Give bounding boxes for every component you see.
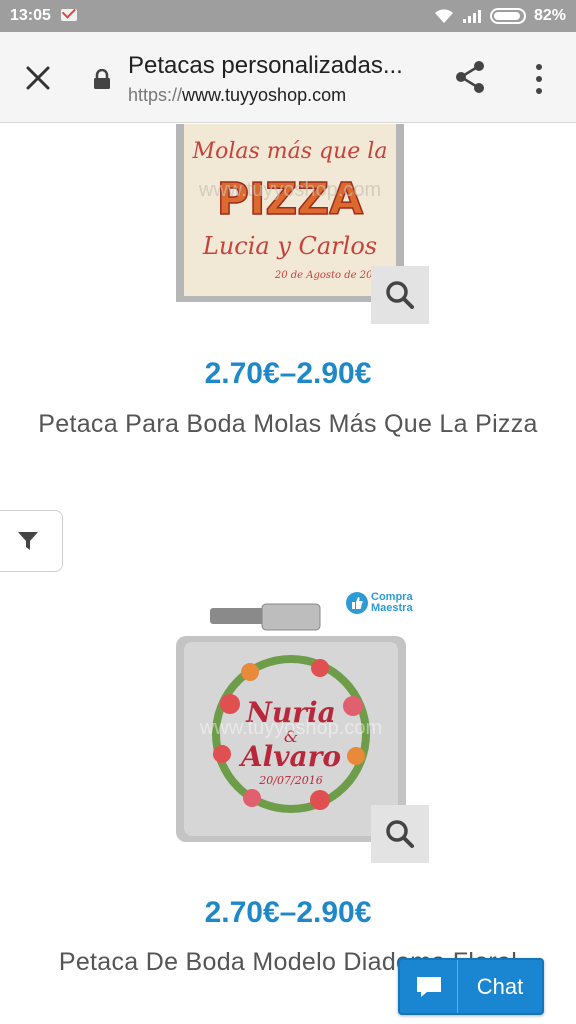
- close-icon: [26, 66, 50, 90]
- search-icon: [386, 281, 414, 309]
- pizza-watermark: www.tuyyoshop.com: [198, 179, 381, 201]
- zoom-button[interactable]: [371, 805, 429, 863]
- product-list: Molas más que la PIZZA www.tuyyoshop.com…: [0, 124, 576, 1024]
- floral-line4: 20/07/2016: [258, 774, 322, 787]
- share-icon: [456, 61, 484, 93]
- gmail-notification-icon: [61, 9, 77, 21]
- floral-watermark: www.tuyyoshop.com: [199, 717, 382, 739]
- share-button[interactable]: [452, 58, 490, 96]
- product-name[interactable]: Petaca Para Boda Molas Más Que La Pizza: [0, 410, 576, 439]
- pizza-line3: Lucia y Carlos: [202, 232, 377, 260]
- page-title: Petacas personalizadas...: [128, 52, 403, 79]
- search-icon: [386, 820, 414, 848]
- filter-icon: [17, 532, 38, 550]
- browser-toolbar: Petacas personalizadas... https://www.tu…: [0, 32, 576, 123]
- lock-icon: [93, 68, 111, 89]
- thumbs-up-icon: [346, 592, 368, 614]
- status-right: 82%: [434, 7, 566, 25]
- url-host: www.tuyyoshop.com: [182, 85, 347, 105]
- battery-percent: 82%: [533, 7, 566, 24]
- status-bar: 13:05 82%: [0, 0, 576, 32]
- status-time: 13:05: [10, 7, 51, 24]
- page-url[interactable]: https://www.tuyyoshop.com: [128, 85, 346, 106]
- floral-line3: Alvaro: [238, 740, 341, 773]
- pizza-line1: Molas más que la: [192, 139, 388, 164]
- product-price: 2.70€–2.90€: [204, 896, 372, 929]
- chat-icon: [400, 960, 458, 1013]
- product-price: 2.70€–2.90€: [204, 357, 372, 390]
- wifi-icon: [434, 8, 454, 24]
- more-vert-icon: [536, 64, 542, 94]
- compra-maestra-badge: Compra Maestra: [346, 592, 413, 614]
- compra-maestra-text: Compra Maestra: [371, 591, 413, 614]
- close-tab-button[interactable]: [18, 58, 58, 98]
- signal-icon: [462, 8, 482, 24]
- zoom-button[interactable]: [371, 266, 429, 324]
- pizza-line4: 20 de Agosto de 2020: [274, 270, 386, 281]
- battery-icon: [489, 8, 526, 24]
- chat-label: Chat: [476, 973, 524, 999]
- chat-button[interactable]: Chat: [398, 958, 544, 1015]
- filter-button[interactable]: [0, 510, 63, 572]
- url-scheme: https://: [128, 85, 183, 105]
- more-options-button[interactable]: [526, 60, 552, 98]
